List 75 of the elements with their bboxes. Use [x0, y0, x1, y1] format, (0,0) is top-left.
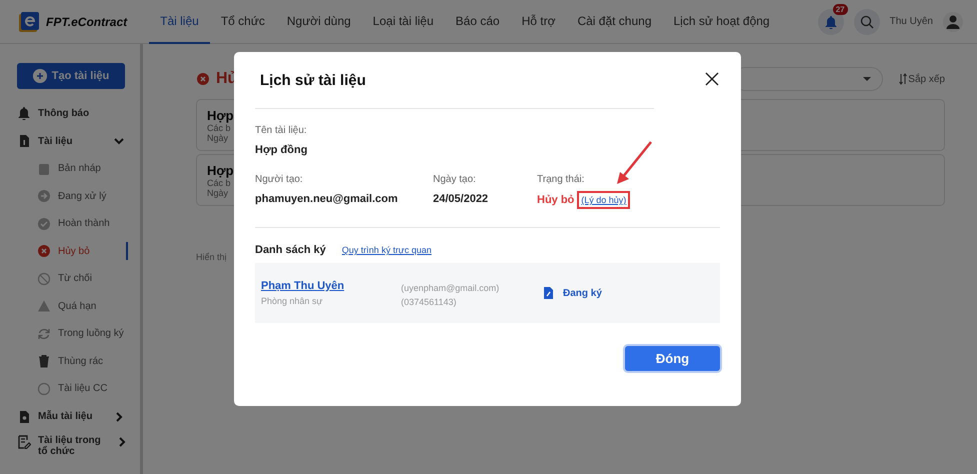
org-icon [17, 434, 31, 448]
status-text: Hủy bỏ [537, 194, 574, 206]
trash-icon [37, 354, 51, 368]
search-icon [860, 14, 874, 28]
nav-tab[interactable]: Báo cáo [444, 0, 511, 44]
card-text: Các b [207, 178, 231, 188]
nav-tab[interactable]: Người dùng [276, 0, 362, 44]
pen-document-icon [541, 286, 555, 300]
nav-tab[interactable]: Lịch sử hoạt động [662, 0, 781, 44]
search-button[interactable] [854, 8, 880, 34]
caret-icon [862, 76, 872, 82]
section-title: Danh sách ký [255, 244, 326, 256]
card-title: Hợp [207, 163, 234, 178]
annotation-arrow [614, 140, 654, 186]
field-label: Trạng thái: [537, 174, 586, 185]
flow-icon [37, 326, 51, 341]
close-icon[interactable] [705, 72, 719, 86]
card-text: Ngày [207, 188, 228, 198]
dialog-title: Lịch sử tài liệu [260, 72, 366, 88]
template-icon [17, 410, 31, 424]
sidebar-subitem[interactable]: Tài liệu CC [17, 375, 140, 402]
create-document-button[interactable]: Tạo tài liệu [17, 63, 125, 89]
sidebar-subitem[interactable]: Thùng rác [17, 348, 140, 375]
cancel-reason-link[interactable]: (Lý do hủy) [581, 195, 626, 205]
cancel-icon [37, 244, 51, 258]
sidebar-subitem[interactable]: Bản nháp [17, 155, 140, 182]
sort-icon [899, 73, 908, 85]
pagination-text: Hiển thị [196, 252, 227, 262]
sidebar-subitem[interactable]: Hoàn thành [17, 210, 140, 238]
nav-tab[interactable]: Cài đặt chung [566, 0, 662, 44]
close-button[interactable]: Đóng [625, 346, 720, 371]
logo-icon [18, 10, 40, 32]
signer-status: Đang ký [563, 288, 602, 298]
signer-department: Phòng nhân sự [261, 296, 324, 306]
cc-icon [37, 382, 51, 396]
sort-button[interactable]: Sắp xếp [899, 73, 945, 85]
nav-tab[interactable]: Hỗ trợ [510, 0, 566, 44]
plus-icon [32, 69, 47, 83]
signer-name[interactable]: Phạm Thu Uyên [261, 280, 401, 292]
card-text: Các b [207, 123, 231, 133]
signer-email: (uyenpham@gmail.com) [401, 283, 500, 293]
nav-tab[interactable]: Tổ chức [210, 0, 276, 44]
reject-icon [37, 272, 51, 286]
sidebar-subitem[interactable]: Trong luồng ký [17, 320, 140, 348]
nav-tab[interactable]: Tài liệu [149, 0, 210, 44]
document-name: Hợp đồng [255, 144, 308, 156]
bell-icon [17, 106, 31, 120]
workflow-link[interactable]: Quy trình ký trực quan [342, 245, 432, 255]
created-date: 24/05/2022 [433, 193, 490, 205]
sidebar-item[interactable]: Mẫu tài liệu [17, 402, 140, 430]
sidebar-subitem[interactable]: Đang xử lý [17, 182, 140, 210]
signer-phone: (0374561143) [401, 297, 458, 307]
card-text: Ngày [207, 133, 228, 143]
notification-count: 27 [832, 4, 848, 14]
done-icon [37, 216, 51, 231]
logo-text: FPT.eContract [46, 14, 128, 28]
cancel-icon [196, 72, 210, 86]
sidebar-subitem[interactable]: Từ chối [17, 265, 140, 292]
sidebar-subitem[interactable]: Hủy bỏ [17, 238, 140, 265]
creator-email: phamuyen.neu@gmail.com [255, 193, 399, 205]
card-title: Hợp [207, 108, 234, 123]
nav-tab[interactable]: Loại tài liệu [362, 0, 445, 44]
bell-icon [824, 14, 838, 28]
sidebar-item[interactable]: Tài liệu trong tổ chức [17, 430, 140, 456]
field-label: Ngày tạo: [433, 174, 477, 185]
field-label: Người tạo: [255, 174, 304, 185]
processing-icon [37, 189, 51, 204]
doc-icon [17, 134, 31, 148]
user-name[interactable]: Thu Uyên [890, 16, 933, 27]
sidebar-item[interactable]: Thông báo [17, 99, 140, 127]
field-label: Tên tài liệu: [255, 125, 308, 136]
sidebar-item[interactable]: Tài liệu [17, 127, 140, 155]
overdue-icon [37, 299, 51, 314]
draft-icon [37, 162, 51, 176]
sidebar-subitem[interactable]: Quá hạn [17, 292, 140, 320]
